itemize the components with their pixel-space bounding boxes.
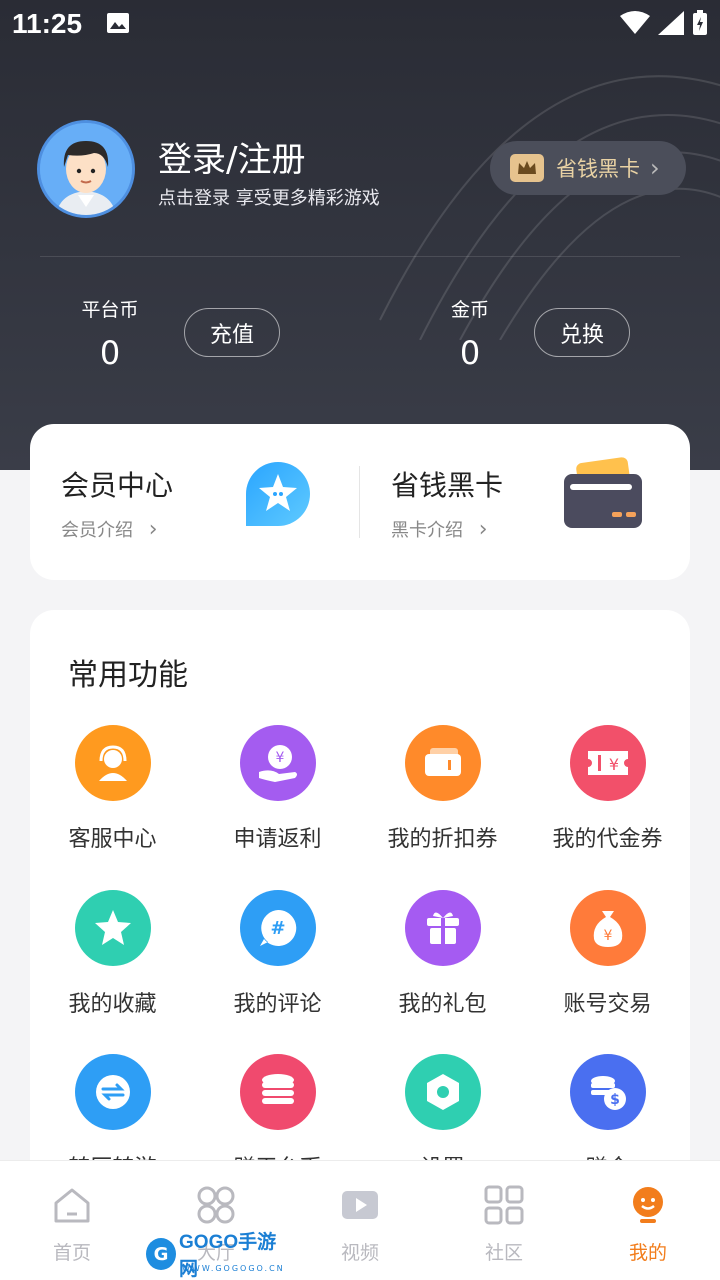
login-register-title[interactable]: 登录/注册 [158,132,305,181]
nav-community-label: 社区 [484,1242,523,1264]
community-icon [484,1185,524,1225]
rebate-icon: ¥ [239,725,316,801]
gift-pack-label: 我的礼包 [398,992,487,1017]
comment-icon: # [239,890,316,966]
watermark-logo-icon: G [146,1238,177,1270]
nav-mine-label: 我的 [628,1242,667,1264]
transfer-icon [74,1054,151,1130]
discount-coupon-icon [404,725,481,801]
gold-coin: 金币 0 [430,295,510,372]
platform-coin-label: 平台币 [81,299,139,321]
customer-service-label: 客服中心 [68,827,157,852]
member-card: 会员中心 会员介绍 › 省钱黑卡 黑卡介绍 › [30,424,690,580]
wallet-card-icon [564,457,642,528]
chevron-right-icon: › [148,517,158,542]
header-divider [40,256,680,257]
gold-value: 0 [459,334,481,372]
gift-icon [404,890,481,966]
star-icon [74,890,151,966]
hall-icon [197,1186,235,1224]
nav-community[interactable]: 社区 [432,1181,576,1265]
money-bag-icon: ¥ [569,890,646,966]
svg-text:¥: ¥ [603,928,612,944]
voucher-label: 我的代金券 [552,827,663,852]
member-star-icon [246,462,310,526]
signal-icon [658,11,684,35]
member-center-title: 会员中心 [61,469,174,502]
svg-text:$: $ [610,1092,620,1108]
mine-icon [633,1187,663,1223]
headset-icon [74,725,151,801]
functions-card: 常用功能 客服中心 ¥ 申请返利 我的折扣券 ¥ 我的代金券 我的收藏 # 我的… [30,610,690,1210]
avatar[interactable] [37,120,135,218]
bottom-nav: 首页 大厅 视频 社区 我的 [0,1160,720,1280]
customer-service-entry[interactable]: 客服中心 [30,725,195,853]
video-icon [342,1191,378,1219]
watermark-url: WWW.GOGOGO.CN [182,1264,285,1273]
discount-coupon-label: 我的折扣券 [387,827,498,852]
gold-earn-icon: $ [569,1054,646,1130]
nav-mine[interactable]: 我的 [576,1181,720,1265]
voucher-icon: ¥ [569,725,646,801]
battery-icon [693,10,707,35]
status-time: 11:25 [12,8,83,39]
login-subtitle[interactable]: 点击登录 享受更多精彩游戏 [158,184,380,210]
functions-title: 常用功能 [68,658,188,693]
member-center-entry[interactable]: 会员中心 会员介绍 › [30,424,359,580]
member-intro-label: 会员介绍 [61,520,133,541]
black-card-entry[interactable]: 省钱黑卡 黑卡介绍 › [360,424,690,580]
exchange-button[interactable]: 兑换 [534,308,630,357]
chevron-right-icon: › [650,154,660,182]
comments-entry[interactable]: # 我的评论 [195,890,360,1018]
nav-home[interactable]: 首页 [0,1181,144,1265]
gold-label: 金币 [450,299,489,321]
discount-coupon-entry[interactable]: 我的折扣券 [360,725,525,853]
account-trade-label: 账号交易 [563,992,652,1017]
svg-text:¥: ¥ [608,755,618,774]
home-icon [54,1188,90,1223]
member-intro-link[interactable]: 会员介绍 › [61,516,158,542]
platform-coin: 平台币 0 [70,295,150,372]
nav-home-label: 首页 [52,1242,91,1264]
profile-header [0,0,720,470]
favorites-label: 我的收藏 [68,992,157,1017]
recharge-button[interactable]: 充值 [184,308,280,357]
black-card-title: 省钱黑卡 [391,469,504,502]
chevron-right-icon: › [478,517,488,542]
apply-rebate-entry[interactable]: ¥ 申请返利 [195,725,360,853]
gift-pack-entry[interactable]: 我的礼包 [360,890,525,1018]
wifi-icon [620,11,650,34]
status-icons [620,10,708,36]
settings-hex-icon [404,1054,481,1130]
voucher-entry[interactable]: ¥ 我的代金券 [525,725,690,853]
coins-stack-icon [239,1054,316,1130]
svg-text:#: # [270,918,285,939]
watermark: G GOGO手游网 WWW.GOGOGO.CN [146,1232,288,1280]
favorites-entry[interactable]: 我的收藏 [30,890,195,1018]
image-notification-icon [107,13,129,33]
avatar-face-icon [40,123,132,215]
black-card-intro-link[interactable]: 黑卡介绍 › [391,516,488,542]
comments-label: 我的评论 [233,992,322,1017]
nav-video[interactable]: 视频 [288,1181,432,1265]
status-bar: 11:25 [0,0,720,50]
vip-card-button[interactable]: 省钱黑卡 › [490,141,686,195]
crown-icon [510,154,544,182]
nav-video-label: 视频 [340,1242,379,1264]
platform-coin-value: 0 [99,334,121,372]
account-trade-entry[interactable]: ¥ 账号交易 [525,890,690,1018]
black-card-intro-label: 黑卡介绍 [391,520,463,541]
svg-text:¥: ¥ [275,750,284,766]
vip-card-label: 省钱黑卡 [556,157,640,181]
apply-rebate-label: 申请返利 [233,827,322,852]
